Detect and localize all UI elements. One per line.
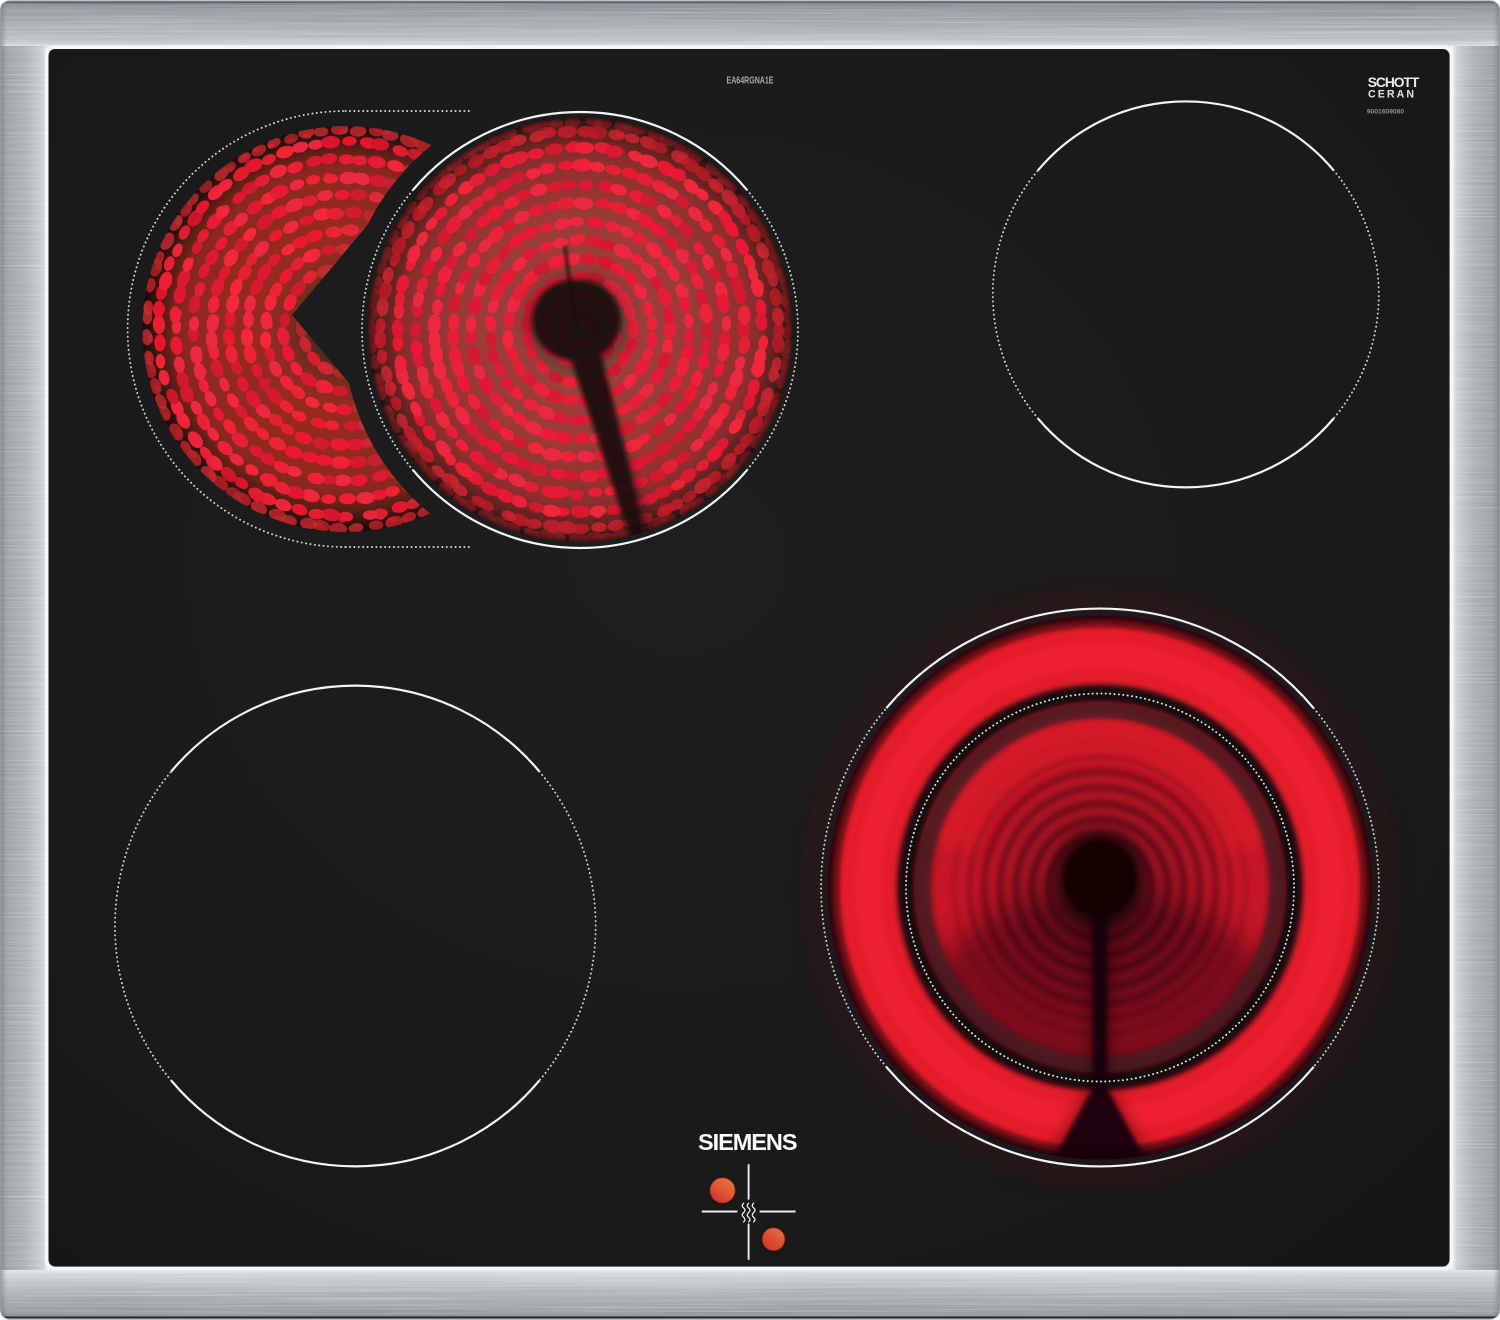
svg-text:9001609080: 9001609080 xyxy=(1367,109,1404,116)
svg-text:SIEMENS: SIEMENS xyxy=(698,1129,799,1155)
svg-text:CERAN: CERAN xyxy=(1368,89,1414,101)
svg-text:EA64RGNA1E: EA64RGNA1E xyxy=(727,75,774,86)
